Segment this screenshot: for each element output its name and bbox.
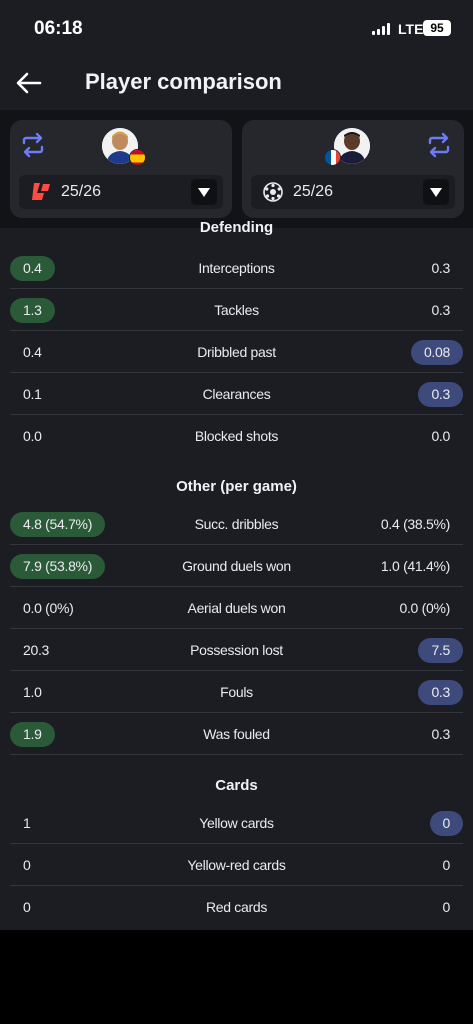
stat-row-tackles: 1.3 Tackles 0.3 bbox=[10, 289, 463, 331]
stat-row-fouls: 1.0 Fouls 0.3 bbox=[10, 671, 463, 713]
status-bar: 06:18 LTE 95 bbox=[0, 0, 473, 56]
season-selector[interactable]: 25/26 bbox=[19, 175, 223, 209]
right-value: 0 bbox=[429, 811, 463, 836]
stat-row-ground-duels-won: 7.9 (53.8%) Ground duels won 1.0 (41.4%) bbox=[10, 545, 463, 587]
right-value: 0.4 (38.5%) bbox=[380, 516, 450, 532]
stat-label: Dribbled past bbox=[197, 344, 276, 360]
stat-row-was-fouled: 1.9 Was fouled 0.3 bbox=[10, 713, 463, 755]
stat-label: Tackles bbox=[214, 302, 259, 318]
stat-row-interceptions: 0.4 Interceptions 0.3 bbox=[10, 247, 463, 289]
stat-row-possession-lost: 20.3 Possession lost 7.5 bbox=[10, 629, 463, 671]
stat-row-yellow-cards: 1 Yellow cards 0 bbox=[10, 802, 463, 844]
stat-label: Fouls bbox=[220, 684, 253, 700]
season-label: 25/26 bbox=[293, 183, 334, 200]
stat-label: Interceptions bbox=[198, 260, 275, 276]
right-value: 0.3 bbox=[431, 302, 450, 318]
stat-label: Possession lost bbox=[190, 642, 283, 658]
back-arrow-icon[interactable] bbox=[14, 68, 44, 98]
stat-row-red-cards: 0 Red cards 0 bbox=[10, 886, 463, 928]
caret-down-icon bbox=[198, 188, 210, 197]
player-selection-panel: 25/26 25/26 bbox=[0, 110, 473, 228]
right-value: 0.3 bbox=[431, 260, 450, 276]
stat-row-blocked-shots: 0.0 Blocked shots 0.0 bbox=[10, 415, 463, 457]
champions-league-logo-icon bbox=[263, 182, 283, 202]
stat-label: Was fouled bbox=[203, 726, 270, 742]
stat-label: Red cards bbox=[205, 899, 268, 915]
stat-label: Yellow-red cards bbox=[187, 857, 286, 873]
dropdown-button[interactable] bbox=[423, 179, 449, 205]
right-value: 0 bbox=[442, 857, 451, 873]
stat-row-clearances: 0.1 Clearances 0.3 bbox=[10, 373, 463, 415]
right-value: 0.0 (0%) bbox=[399, 600, 450, 616]
status-time: 06:18 bbox=[34, 18, 83, 39]
signal-icon bbox=[372, 23, 390, 35]
app-screen: 06:18 LTE 95 Player comparison 25/26 25/… bbox=[0, 0, 473, 930]
season-label: 25/26 bbox=[61, 183, 102, 200]
right-value: 0.08 bbox=[410, 340, 463, 365]
section-title-defending: Defending bbox=[199, 219, 274, 236]
season-selector[interactable]: 25/26 bbox=[251, 175, 455, 209]
stat-row-succ-dribbles: 4.8 (54.7%) Succ. dribbles 0.4 (38.5%) bbox=[10, 503, 463, 545]
france-flag-icon bbox=[324, 149, 341, 166]
stat-label: Yellow cards bbox=[199, 815, 274, 831]
spain-flag-icon bbox=[129, 149, 146, 166]
right-value: 0.0 bbox=[431, 428, 450, 444]
left-player-card: 25/26 bbox=[10, 120, 232, 218]
right-value: 1.0 (41.4%) bbox=[380, 558, 450, 574]
stat-row-dribbled-past: 0.4 Dribbled past 0.08 bbox=[10, 331, 463, 373]
right-value: 0 bbox=[442, 899, 451, 915]
caret-down-icon bbox=[430, 188, 442, 197]
right-value: 0.3 bbox=[418, 680, 463, 705]
right-player-card: 25/26 bbox=[242, 120, 464, 218]
stat-row-yellow-red-cards: 0 Yellow-red cards 0 bbox=[10, 844, 463, 886]
swap-player-icon[interactable] bbox=[20, 132, 46, 158]
network-type: LTE bbox=[398, 21, 424, 37]
dropdown-button[interactable] bbox=[191, 179, 217, 205]
right-value: 0.3 bbox=[431, 726, 450, 742]
app-header: Player comparison bbox=[0, 56, 473, 110]
section-title-cards: Cards bbox=[215, 777, 258, 794]
laliga-logo-icon bbox=[32, 183, 50, 200]
stat-row-aerial-duels-won: 0.0 (0%) Aerial duels won 0.0 (0%) bbox=[10, 587, 463, 629]
stat-label: Blocked shots bbox=[194, 428, 279, 444]
page-title: Player comparison bbox=[85, 69, 282, 94]
right-value: 0.3 bbox=[418, 382, 463, 407]
right-value: 7.5 bbox=[418, 638, 463, 663]
battery-icon: 95 bbox=[423, 20, 451, 36]
stat-label: Clearances bbox=[202, 386, 271, 402]
swap-player-icon[interactable] bbox=[426, 132, 452, 158]
section-title-other: Other (per game) bbox=[176, 478, 297, 495]
